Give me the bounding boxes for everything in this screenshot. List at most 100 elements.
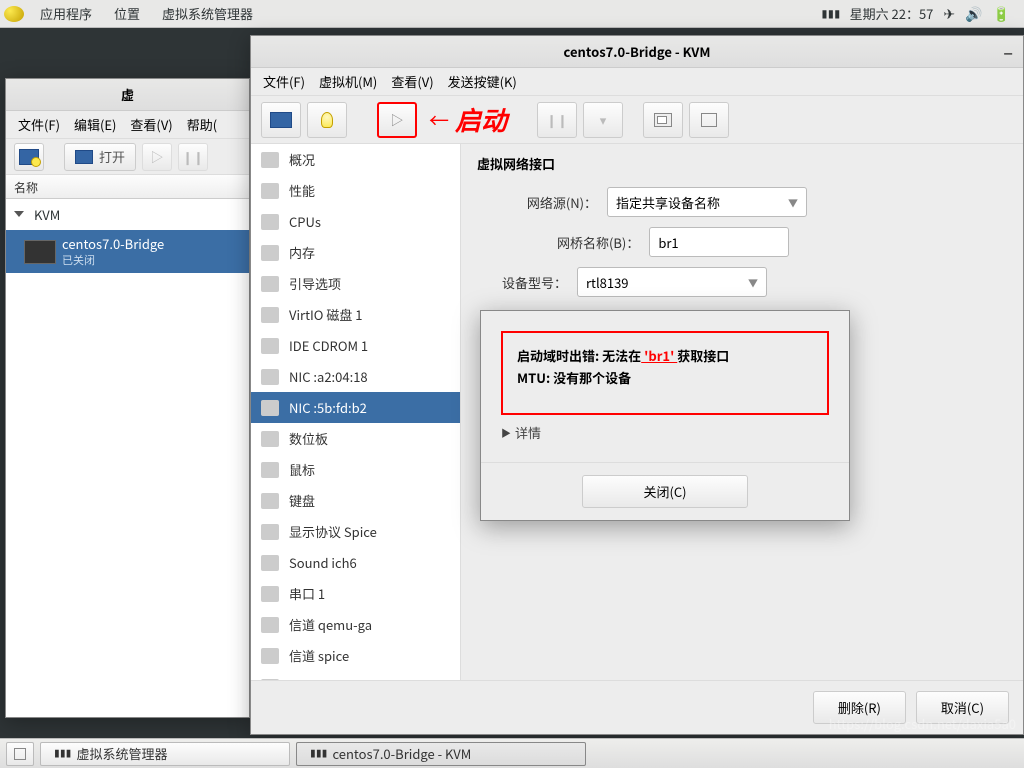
battery-icon[interactable]: 🔋 [993,4,1010,24]
shutdown-button[interactable]: ▾ [583,102,623,138]
vmm-title-text: 虚 [121,85,134,104]
device-model-combo[interactable]: rtl8139 ▼ [577,267,767,297]
vm-menu-file[interactable]: 文件(F) [257,68,311,95]
device-icon [261,431,279,447]
console-button[interactable] [261,102,301,138]
netsrc-label: 网络源(N)： [477,193,597,212]
hw-item-label: 数位板 [289,429,328,448]
usage-icon[interactable]: ▮▮▮ [820,6,839,22]
monitor-new-icon [19,149,39,165]
fullscreen-icon [701,113,717,127]
device-icon [261,152,279,168]
stop-icon: ▾ [600,110,607,129]
device-icon [261,493,279,509]
device-icon [261,586,279,602]
vmm-titlebar[interactable]: 虚 [6,79,249,111]
hw-item[interactable]: 性能 [251,175,460,206]
clock[interactable]: 星期六 22：57 [850,4,934,23]
hw-item[interactable]: IDE CDROM 1 [251,330,460,361]
vm-menu-vm[interactable]: 虚拟机(M) [313,68,383,95]
monitor-icon [270,112,292,128]
hw-item[interactable]: VirtIO 磁盘 1 [251,299,460,330]
hw-item[interactable]: 信道 qemu-ga [251,609,460,640]
gnome-logo-icon [4,6,24,22]
monitor-icon [75,150,93,164]
menu-applications[interactable]: 应用程序 [30,0,102,27]
fullscreen-button[interactable] [689,102,729,138]
hw-item-label: 性能 [289,181,315,200]
volume-icon[interactable]: 🔊 [965,4,982,24]
hw-item[interactable]: Sound ich6 [251,547,460,578]
device-model-label: 设备型号： [477,273,567,292]
vm-menu-sendkey[interactable]: 发送按键(K) [442,68,523,95]
hw-item-label: 引导选项 [289,274,341,293]
vm-menu-view[interactable]: 查看(V) [385,68,439,95]
menu-vmm-app[interactable]: 虚拟系统管理器 [152,0,263,27]
task-vmm[interactable]: ▮▮▮ 虚拟系统管理器 [40,742,290,766]
hardware-list: 概况性能 CPUs 内存引导选项 VirtIO 磁盘 1IDE CDROM 1 NIC … [251,144,461,680]
hw-item[interactable]: 内存 [251,237,460,268]
watermark: https://blog.csdn.net/daxia5a0 [829,714,1016,733]
hw-item[interactable]: NIC :a2:04:18 [251,361,460,392]
vmm-menu-file[interactable]: 文件(F) [12,111,66,138]
vm-titlebar[interactable]: centos7.0-Bridge - KVM – [251,36,1023,68]
chevron-down-icon: ▼ [748,275,758,290]
run-vm-button[interactable]: ▷ [142,143,172,171]
device-icon [261,524,279,540]
triangle-right-icon: ▶ [501,425,511,440]
conn-row-kvm[interactable]: KVM [6,199,249,230]
hw-item[interactable]: 显示协议 Spice [251,516,460,547]
annotation-label: 启动 [455,101,507,138]
chevron-down-icon: ▼ [788,195,798,210]
hw-item-label: 鼠标 [289,460,315,479]
hw-item[interactable]: 串口 1 [251,578,460,609]
netsrc-value: 指定共享设备名称 [616,193,720,212]
new-vm-button[interactable] [14,143,44,171]
device-icon [261,307,279,323]
vmm-menu-edit[interactable]: 编辑(E) [68,111,122,138]
gnome-topbar: 应用程序 位置 虚拟系统管理器 ▮▮▮ 星期六 22：57 ✈ 🔊 🔋 [0,0,1024,28]
vm-row-centos[interactable]: centos7.0-Bridge 已关闭 [6,230,249,273]
vm-state: 已关闭 [62,253,164,267]
grid-icon [14,748,26,760]
hw-item[interactable]: 引导选项 [251,268,460,299]
hw-item-label: NIC :a2:04:18 [289,367,368,386]
hw-item[interactable]: 数位板 [251,423,460,454]
error-details-expander[interactable]: ▶ 详情 [501,423,829,442]
hw-item[interactable]: 鼠标 [251,454,460,485]
hw-item[interactable]: 显卡 QXL [251,671,460,680]
device-icon [261,555,279,571]
lightbulb-icon [321,112,333,128]
start-vm-button[interactable]: ▷ [377,102,417,138]
vm-tree: KVM centos7.0-Bridge 已关闭 [6,199,249,717]
device-icon [261,183,279,199]
pause-vm-button[interactable]: ❙❙ [178,143,208,171]
vmm-menu-help[interactable]: 帮助( [181,111,223,138]
snapshot-icon [654,113,672,127]
hw-item[interactable]: 信道 spice [251,640,460,671]
minimize-icon[interactable]: – [1003,39,1013,65]
hw-item-label: 内存 [289,243,315,262]
pause-button[interactable]: ❙❙ [537,102,577,138]
show-desktop-button[interactable] [6,742,34,766]
network-icon[interactable]: ✈ [943,4,955,24]
hw-item[interactable]: 键盘 [251,485,460,516]
pane-title: 虚拟网络接口 [477,154,1007,173]
hw-item[interactable]: 概况 [251,144,460,175]
vmm-menu-view[interactable]: 查看(V) [124,111,178,138]
hw-item[interactable]: NIC :5b:fd:b2 [251,392,460,423]
hw-item[interactable]: CPUs [251,206,460,237]
bridge-name-input[interactable]: br1 [649,227,789,257]
netsrc-combo[interactable]: 指定共享设备名称 ▼ [607,187,807,217]
open-vm-button[interactable]: 打开 [64,143,136,171]
menu-places[interactable]: 位置 [104,0,150,27]
vm-title-text: centos7.0-Bridge - KVM [564,42,711,61]
hw-item-label: 键盘 [289,491,315,510]
snapshot-button[interactable] [643,102,683,138]
details-button[interactable] [307,102,347,138]
taskbar: ▮▮▮ 虚拟系统管理器 ▮▮▮ centos7.0-Bridge - KVM [0,738,1024,768]
task-vm-details[interactable]: ▮▮▮ centos7.0-Bridge - KVM [296,742,586,766]
vm-list-header[interactable]: 名称 [6,175,249,199]
hw-item-label: 串口 1 [289,584,325,603]
error-close-button[interactable]: 关闭(C) [582,475,747,508]
